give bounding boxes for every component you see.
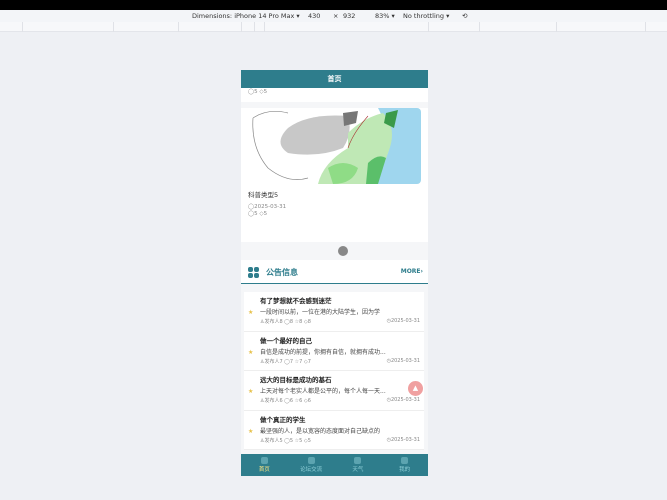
width-input[interactable]: 430 [308, 12, 320, 20]
devtools-device-toolbar: Dimensions: iPhone 14 Pro Max ▾ 430 × 93… [0, 10, 667, 22]
item-meta: ♙发布人8 ◯8 ☆8 ◇8 ◷2025-03-31 [260, 318, 424, 325]
news-card-title[interactable]: 科普类型5 [248, 189, 421, 199]
bottom-tab-bar: 首页 论坛交流 天气 我的 [241, 454, 428, 476]
item-title: 有了梦想就不会感到迷茫 [260, 297, 332, 305]
user-icon [401, 457, 409, 464]
item-body: 一段时间以前，一位在港的大陆学生，因为学 [260, 309, 381, 316]
item-title: 做一个最好的自己 [260, 336, 312, 345]
prev-card-meta: ◯5 ◇5 [248, 89, 268, 95]
item-meta: ♙发布人6 ◯6 ☆6 ◇6 ◷2025-03-31 [260, 397, 424, 404]
item-likes: ◯7 [284, 358, 294, 365]
more-link[interactable]: MORE› [401, 268, 423, 275]
prev-news-card[interactable]: ◯5 ◇5 [241, 88, 428, 102]
weather-icon [354, 457, 362, 464]
tab-forum[interactable]: 论坛交流 [288, 454, 335, 476]
item-date: ◷2025-03-31 [386, 357, 420, 364]
item-title: 做个真正的学生 [260, 415, 306, 424]
forum-icon [307, 457, 315, 464]
item-likes: ◯8 [284, 319, 294, 325]
news-card-date: ◯2025-03-31 [248, 204, 287, 210]
item-body: 最坚强的人，是以宽容的态度面对自己缺点的 [260, 427, 381, 435]
item-author: ♙发布人6 [260, 398, 283, 404]
item-views: ◇5 [303, 437, 311, 444]
device-dimensions-select[interactable]: Dimensions: iPhone 14 Pro Max ▾ [192, 12, 300, 20]
item-body: 自信是成功的前提，你拥有自信，就拥有成功... [260, 348, 386, 356]
item-stars: ☆7 [294, 358, 303, 365]
announcement-header: 公告信息 MORE› [241, 260, 428, 284]
times-label: × [333, 12, 339, 20]
item-views: ◇7 [303, 358, 311, 365]
item-views: ◇8 [303, 319, 311, 325]
item-author: ♙发布人5 [260, 437, 283, 444]
phone-viewport: 首页 ◯5 ◇5 科普类型5 ◯2025-03-31 ◯5 ◇5 公告信息 MO… [241, 70, 428, 476]
item-stars: ☆8 [294, 319, 303, 325]
tab-label: 天气 [352, 467, 364, 473]
home-icon [260, 457, 268, 464]
item-date: ◷2025-03-31 [386, 436, 420, 443]
tab-weather[interactable]: 天气 [335, 454, 382, 476]
item-author: ♙发布人8 [260, 319, 283, 325]
item-title: 远大的目标是成功的基石 [260, 376, 332, 384]
zoom-select[interactable]: 83% ▾ [375, 12, 395, 20]
tab-home[interactable]: 首页 [241, 454, 288, 476]
item-date: ◷2025-03-31 [386, 397, 420, 403]
page-title: 首页 [241, 70, 428, 88]
star-icon: ★ [248, 388, 254, 395]
tab-label: 首页 [258, 467, 270, 473]
item-stars: ☆5 [294, 437, 303, 444]
star-icon: ★ [248, 309, 254, 316]
item-meta: ♙发布人5 ◯5 ☆5 ◇5 ◷2025-03-31 [260, 437, 424, 444]
tab-mine[interactable]: 我的 [381, 454, 428, 476]
list-item[interactable]: ★ 做一个最好的自己 自信是成功的前提，你拥有自信，就拥有成功... ♙发布人7… [244, 331, 424, 371]
throttle-select[interactable]: No throttling ▾ [403, 12, 449, 20]
news-card-map-image [248, 108, 421, 184]
item-views: ◇6 [303, 398, 311, 404]
height-input[interactable]: 932 [343, 12, 355, 20]
list-item[interactable]: ★ 有了梦想就不会感到迷茫 一段时间以前，一位在港的大陆学生，因为学 ♙发布人8… [244, 292, 424, 332]
tab-label: 论坛交流 [300, 467, 323, 473]
item-meta: ♙发布人7 ◯7 ☆7 ◇7 ◷2025-03-31 [260, 358, 424, 365]
announcement-list: ★ 有了梦想就不会感到迷茫 一段时间以前，一位在港的大陆学生，因为学 ♙发布人8… [244, 292, 424, 450]
rotate-icon[interactable]: ⟲ [462, 12, 467, 20]
news-card-meta: ◯5 ◇5 [248, 211, 268, 217]
item-likes: ◯5 [284, 437, 294, 444]
star-icon: ★ [248, 427, 254, 435]
grid-icon [248, 267, 259, 278]
item-date: ◷2025-03-31 [386, 318, 420, 324]
media-query-ruler [0, 22, 667, 32]
news-card[interactable]: 科普类型5 ◯2025-03-31 ◯5 ◇5 [241, 108, 428, 242]
back-to-top-button[interactable]: ▲ [408, 381, 423, 396]
star-icon: ★ [248, 348, 254, 356]
item-author: ♙发布人7 [260, 358, 283, 365]
item-likes: ◯6 [284, 398, 294, 404]
item-body: 上天对每个老实人都是公平的，每个人每一天... [260, 388, 386, 395]
list-item[interactable]: ★ 做个真正的学生 最坚强的人，是以宽容的态度面对自己缺点的 ♙发布人5 ◯5 … [244, 410, 424, 450]
item-stars: ☆6 [294, 398, 303, 404]
announcement-title: 公告信息 [266, 268, 298, 277]
list-item[interactable]: ★ 远大的目标是成功的基石 上天对每个老实人都是公平的，每个人每一天... ♙发… [244, 371, 424, 411]
carousel-indicator[interactable] [338, 246, 348, 256]
browser-top-bar [0, 0, 667, 10]
tab-label: 我的 [399, 467, 411, 473]
